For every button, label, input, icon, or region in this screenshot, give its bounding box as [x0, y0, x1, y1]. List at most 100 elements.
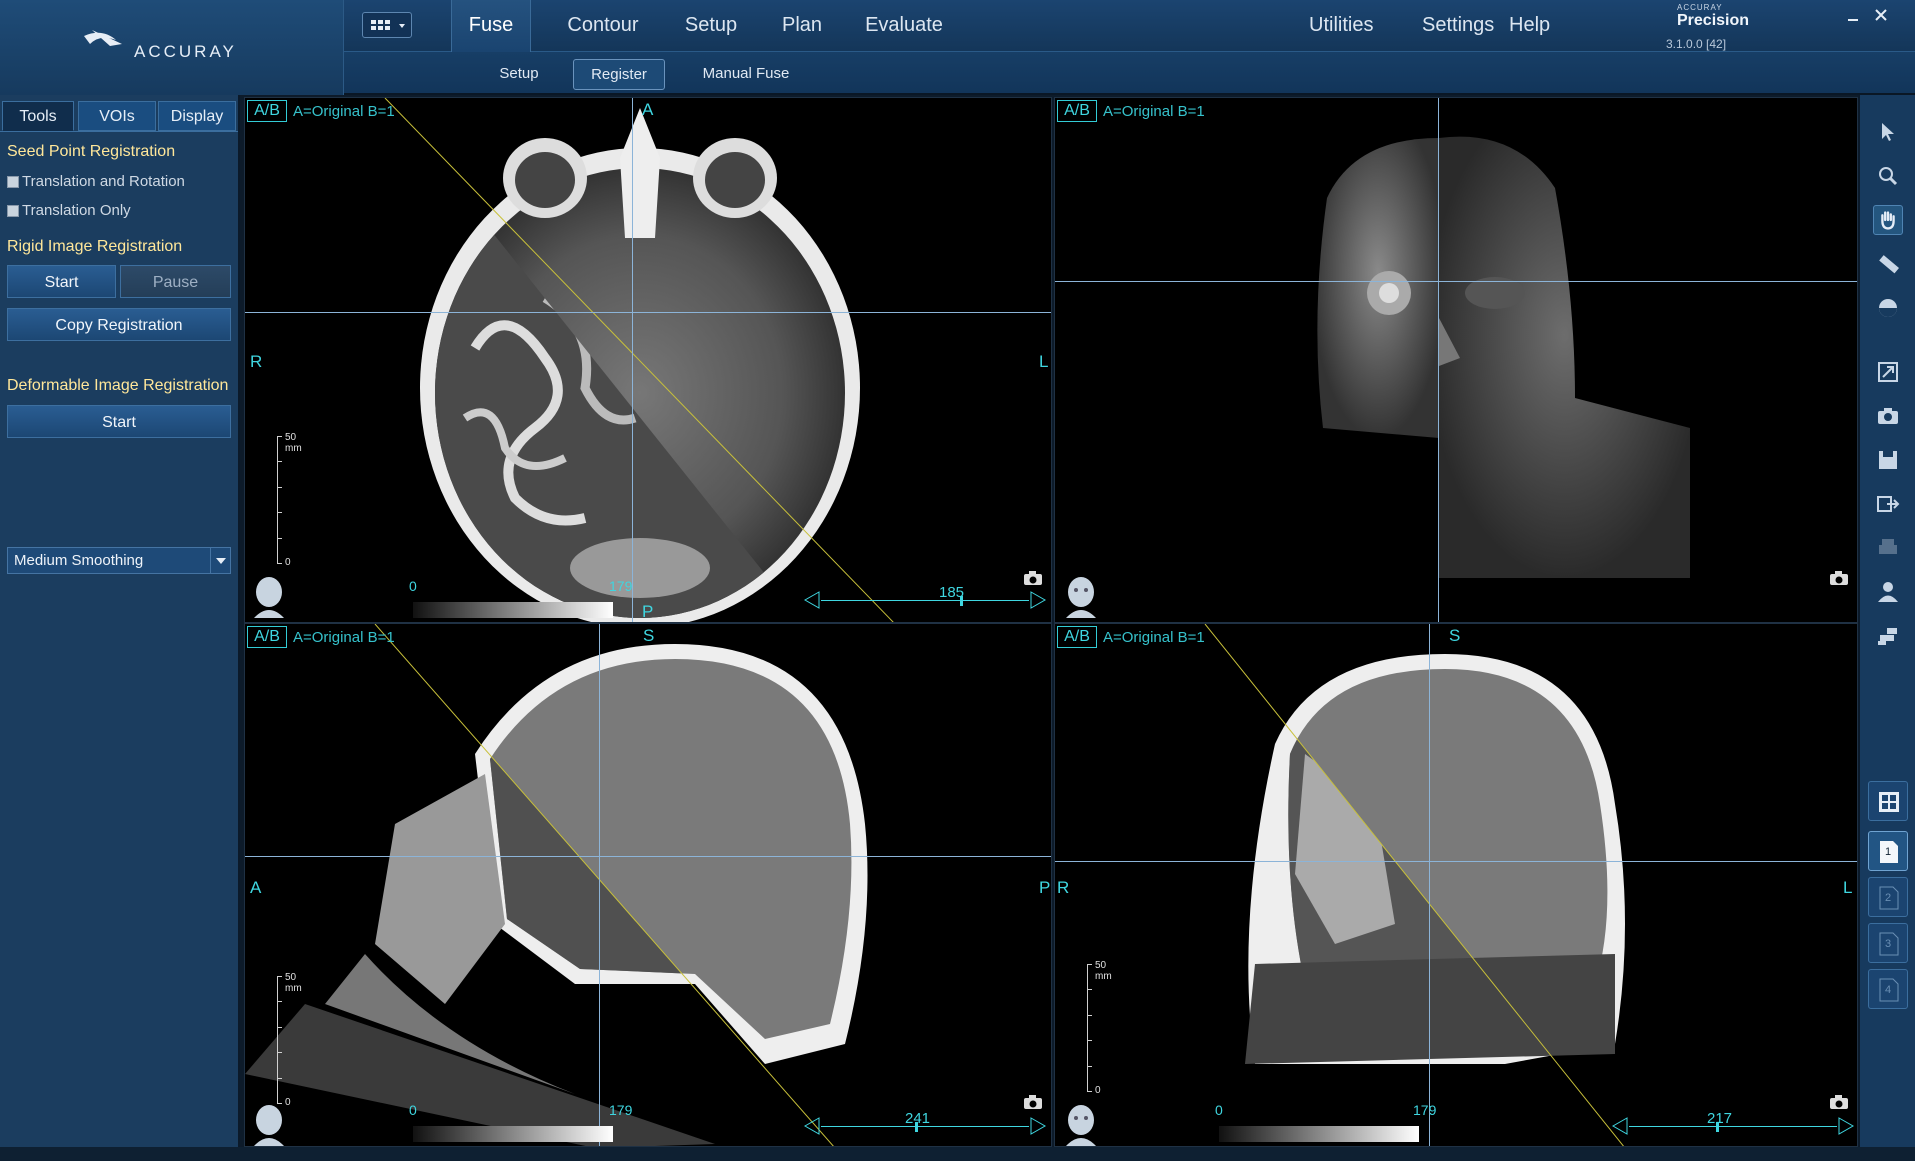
deformable-registration-title: Deformable Image Registration	[7, 377, 229, 394]
viewport-coronal[interactable]: A/B A=Original B=1 S R L 50 mm 0 0 179 2…	[1054, 623, 1858, 1147]
camera-icon[interactable]	[1873, 401, 1903, 431]
slider-left-icon[interactable]	[803, 1116, 821, 1136]
product-name: Precision	[1677, 12, 1750, 29]
page-4-button[interactable]: 4	[1868, 969, 1908, 1009]
scale-bar: 50 mm 0	[1083, 960, 1123, 1096]
tab-utilities[interactable]: Utilities	[1309, 0, 1373, 52]
slice-slider[interactable]	[1611, 1114, 1855, 1138]
orientation-left: R	[250, 352, 263, 371]
camera-icon[interactable]	[1829, 570, 1849, 586]
translation-only-checkbox[interactable]	[7, 205, 19, 217]
scale-label: 50 mm	[285, 432, 302, 454]
viewport-axial[interactable]: A/B A=Original B=1 A P R L 50 mm 0 0 179…	[244, 97, 1052, 623]
fit-icon[interactable]	[1873, 357, 1903, 387]
camera-icon[interactable]	[1023, 570, 1043, 586]
slider-right-icon[interactable]	[1029, 590, 1047, 610]
slider-left-icon[interactable]	[803, 590, 821, 610]
face-orientation-icon[interactable]	[1061, 1102, 1101, 1146]
window-level-bar[interactable]	[1219, 1120, 1419, 1142]
blend-label: A=Original B=1	[1103, 103, 1205, 120]
tab-settings[interactable]: Settings	[1422, 0, 1494, 52]
subtab-manual-fuse[interactable]: Manual Fuse	[691, 59, 801, 90]
page-2-button[interactable]: 2	[1868, 877, 1908, 917]
robot-icon[interactable]	[1873, 621, 1903, 651]
crosshair-vertical[interactable]	[1429, 624, 1430, 1146]
translation-rotation-checkbox[interactable]	[7, 176, 19, 188]
subtab-setup[interactable]: Setup	[489, 59, 549, 90]
ab-toggle-button[interactable]: A/B	[247, 100, 287, 122]
save-icon[interactable]	[1873, 445, 1903, 475]
window-min: 0	[1215, 1102, 1223, 1118]
smoothing-select[interactable]: Medium Smoothing	[7, 547, 231, 574]
panel-tab-vois[interactable]: VOIs	[78, 101, 156, 131]
head-orientation-icon[interactable]	[249, 1102, 289, 1146]
zoom-icon[interactable]	[1873, 161, 1903, 191]
minimize-icon[interactable]	[1846, 10, 1860, 24]
window-min: 0	[409, 578, 417, 594]
slider-right-icon[interactable]	[1837, 1116, 1855, 1136]
camera-icon[interactable]	[1829, 1094, 1849, 1110]
slice-number: 241	[905, 1110, 931, 1127]
head-orientation-icon[interactable]	[249, 574, 289, 618]
copy-registration-button[interactable]: Copy Registration	[7, 308, 231, 341]
slider-right-icon[interactable]	[1029, 1116, 1047, 1136]
page-number: 2	[1885, 892, 1892, 904]
rigid-start-button[interactable]: Start	[7, 265, 116, 298]
seed-point-title: Seed Point Registration	[7, 143, 176, 160]
print-icon	[1879, 539, 1897, 554]
ruler-icon[interactable]	[1873, 249, 1903, 279]
tab-help[interactable]: Help	[1509, 0, 1550, 52]
chevron-down-icon	[399, 24, 405, 28]
crosshair-vertical[interactable]	[599, 624, 600, 1146]
page-3-button[interactable]: 3	[1868, 923, 1908, 963]
window-min: 0	[409, 1102, 417, 1118]
left-tools-panel: Tools VOIs Display Seed Point Registrati…	[0, 95, 240, 1147]
tab-plan[interactable]: Plan	[769, 0, 835, 52]
scale-label: 50 mm	[1095, 960, 1112, 982]
crosshair-vertical[interactable]	[632, 98, 633, 622]
orientation-left: A	[250, 878, 262, 897]
crosshair-horizontal[interactable]	[245, 856, 1051, 857]
slice-slider[interactable]	[803, 588, 1047, 612]
axial-slice-image	[384, 98, 894, 622]
face-orientation-icon[interactable]	[1061, 574, 1101, 618]
window-level-icon[interactable]	[1873, 293, 1903, 323]
viewport-sagittal[interactable]: A/B A=Original B=1 S A P 50 mm 0 0 179 2…	[244, 623, 1052, 1147]
subtab-register[interactable]: Register	[573, 59, 665, 90]
camera-icon[interactable]	[1023, 1094, 1043, 1110]
tab-contour[interactable]: Contour	[553, 0, 653, 52]
page-1-button[interactable]: 1	[1868, 831, 1908, 871]
crosshair-horizontal[interactable]	[1055, 861, 1857, 862]
orientation-top: A	[642, 100, 654, 119]
viewport-volume[interactable]: A/B A=Original B=1	[1054, 97, 1858, 623]
crosshair-horizontal[interactable]	[1055, 281, 1857, 282]
ab-toggle-button[interactable]: A/B	[1057, 100, 1097, 122]
window-level-bar[interactable]	[413, 1120, 613, 1142]
tab-setup[interactable]: Setup	[671, 0, 751, 52]
rigid-pause-button[interactable]: Pause	[120, 265, 231, 298]
deformable-start-button[interactable]: Start	[7, 405, 231, 438]
tab-fuse[interactable]: Fuse	[451, 0, 531, 52]
dropdown-arrow-icon[interactable]	[210, 548, 230, 573]
layout-grid-button[interactable]	[1868, 781, 1908, 821]
crosshair-vertical[interactable]	[1438, 98, 1439, 622]
smoothing-value: Medium Smoothing	[14, 552, 144, 569]
sagittal-slice-image	[245, 624, 868, 1146]
user-icon[interactable]	[1873, 577, 1903, 607]
translation-only-label: Translation Only	[22, 202, 131, 219]
close-icon[interactable]	[1874, 8, 1888, 22]
apps-menu-button[interactable]	[362, 12, 412, 38]
crosshair-horizontal[interactable]	[245, 312, 1051, 313]
panel-tab-display[interactable]: Display	[158, 101, 236, 131]
panel-tab-tools[interactable]: Tools	[2, 101, 74, 131]
ab-toggle-button[interactable]: A/B	[1057, 626, 1097, 648]
window-level-bar[interactable]	[413, 596, 613, 618]
pan-icon[interactable]	[1873, 205, 1903, 235]
pointer-icon[interactable]	[1873, 117, 1903, 147]
slider-left-icon[interactable]	[1611, 1116, 1629, 1136]
export-icon[interactable]	[1873, 489, 1903, 519]
ab-toggle-button[interactable]: A/B	[247, 626, 287, 648]
page-number: 4	[1885, 984, 1892, 996]
tab-evaluate[interactable]: Evaluate	[854, 0, 954, 52]
slice-number: 217	[1707, 1110, 1733, 1127]
